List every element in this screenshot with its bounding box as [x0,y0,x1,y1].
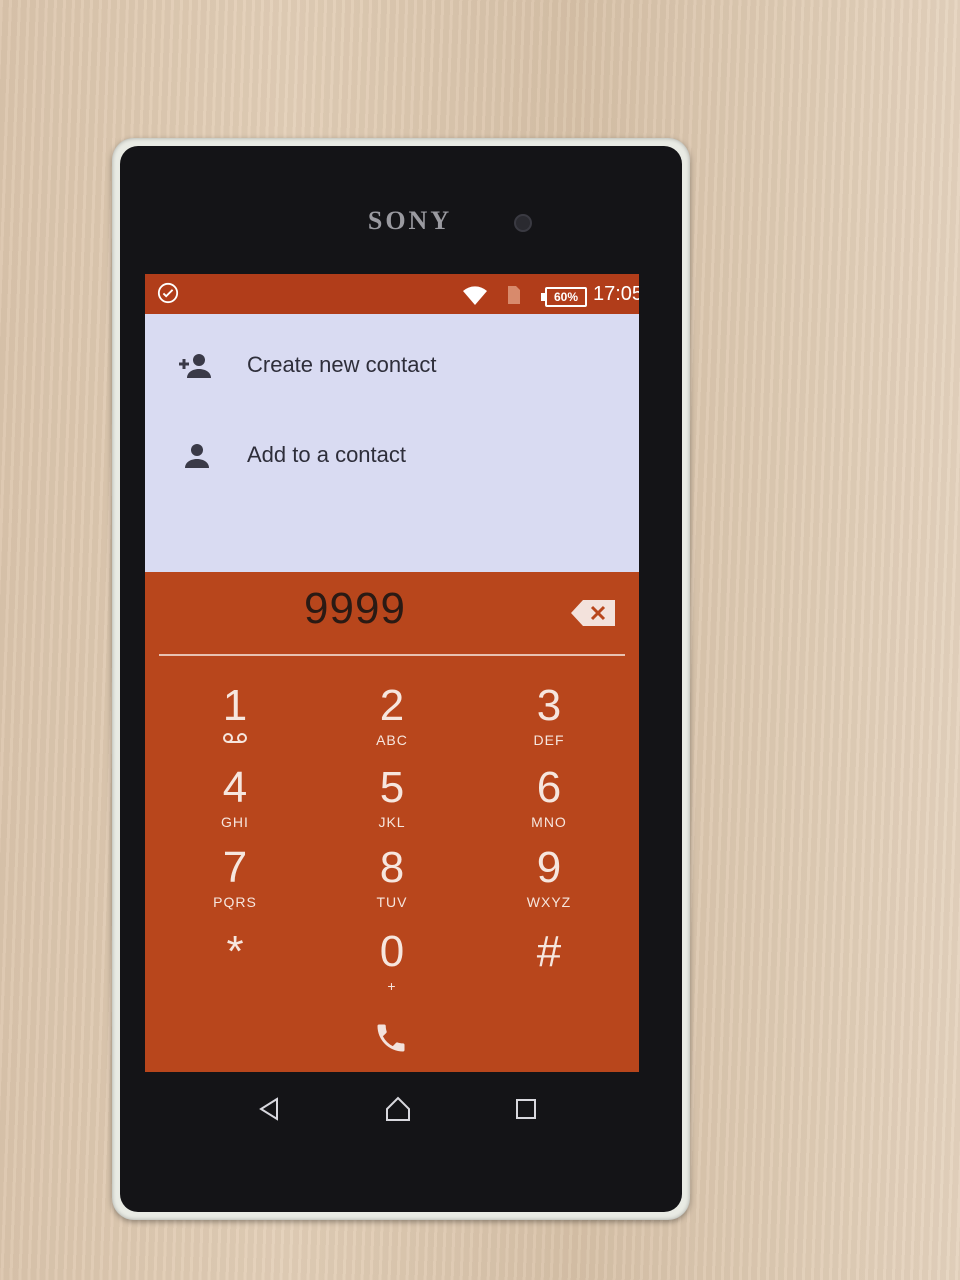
dialpad: 9999 1 2 ABC 3 DEF 4 GHI 5 JKL 6 MNO 7 P… [145,572,639,1072]
voicemail-icon [223,733,247,743]
front-camera [514,214,532,232]
key-digit: # [536,927,562,976]
key-star[interactable]: * [175,928,295,1004]
key-4[interactable]: 4 GHI [175,764,295,840]
add-to-contact-button[interactable]: Add to a contact [145,416,639,496]
navigation-bar [145,1076,639,1146]
key-5[interactable]: 5 JKL [332,764,452,840]
key-3[interactable]: 3 DEF [489,682,609,758]
divider [159,654,625,656]
key-digit: 6 [536,763,562,812]
key-letters: + [387,978,397,994]
create-new-contact-label: Create new contact [247,352,437,377]
key-letters: ABC [376,732,408,748]
key-digit: 2 [379,681,405,730]
phone-body: SONY 60% 17:05 Create new contact Add to… [112,138,690,1220]
key-digit: 4 [222,763,248,812]
key-letters: WXYZ [526,894,572,910]
status-bar: 60% 17:05 [145,274,639,314]
key-7[interactable]: 7 PQRS [175,844,295,920]
person-icon [185,444,209,468]
key-2[interactable]: 2 ABC [332,682,452,758]
dialed-number[interactable]: 9999 [145,584,565,634]
key-digit: 9 [536,843,562,892]
recent-apps-icon[interactable] [511,1094,541,1124]
add-person-icon [179,354,211,378]
phone-call-icon[interactable] [373,1020,409,1056]
key-9[interactable]: 9 WXYZ [489,844,609,920]
key-digit: 1 [222,681,248,730]
key-letters: TUV [376,894,408,910]
create-new-contact-button[interactable]: Create new contact [145,326,639,406]
key-digit: 7 [222,843,248,892]
sim-icon [508,286,520,304]
key-letters: MNO [531,814,567,830]
backspace-icon[interactable] [569,598,617,628]
contact-actions: Create new contact Add to a contact [145,314,639,572]
brand-logo: SONY [367,206,453,235]
home-icon[interactable] [383,1094,413,1124]
back-icon[interactable] [255,1094,285,1124]
clock: 17:05 [593,283,639,305]
phone-face: SONY 60% 17:05 Create new contact Add to… [120,146,682,1212]
key-digit: 3 [536,681,562,730]
key-letters: GHI [221,814,249,830]
key-8[interactable]: 8 TUV [332,844,452,920]
check-circle-icon [157,282,179,304]
key-digit: 8 [379,843,405,892]
add-to-contact-label: Add to a contact [247,442,406,467]
key-letters: JKL [378,814,406,830]
wifi-icon [463,286,487,305]
key-hash[interactable]: # [489,928,609,1004]
key-1[interactable]: 1 [175,682,295,758]
key-digit: 5 [379,763,405,812]
key-6[interactable]: 6 MNO [489,764,609,840]
screen: 60% 17:05 Create new contact Add to a co… [145,274,639,1072]
key-letters: PQRS [213,894,257,910]
key-digit: 0 [379,927,405,976]
key-0[interactable]: 0 + [332,928,452,1004]
battery-indicator: 60% [541,287,587,307]
key-digit: * [226,927,244,976]
key-letters: DEF [533,732,565,748]
